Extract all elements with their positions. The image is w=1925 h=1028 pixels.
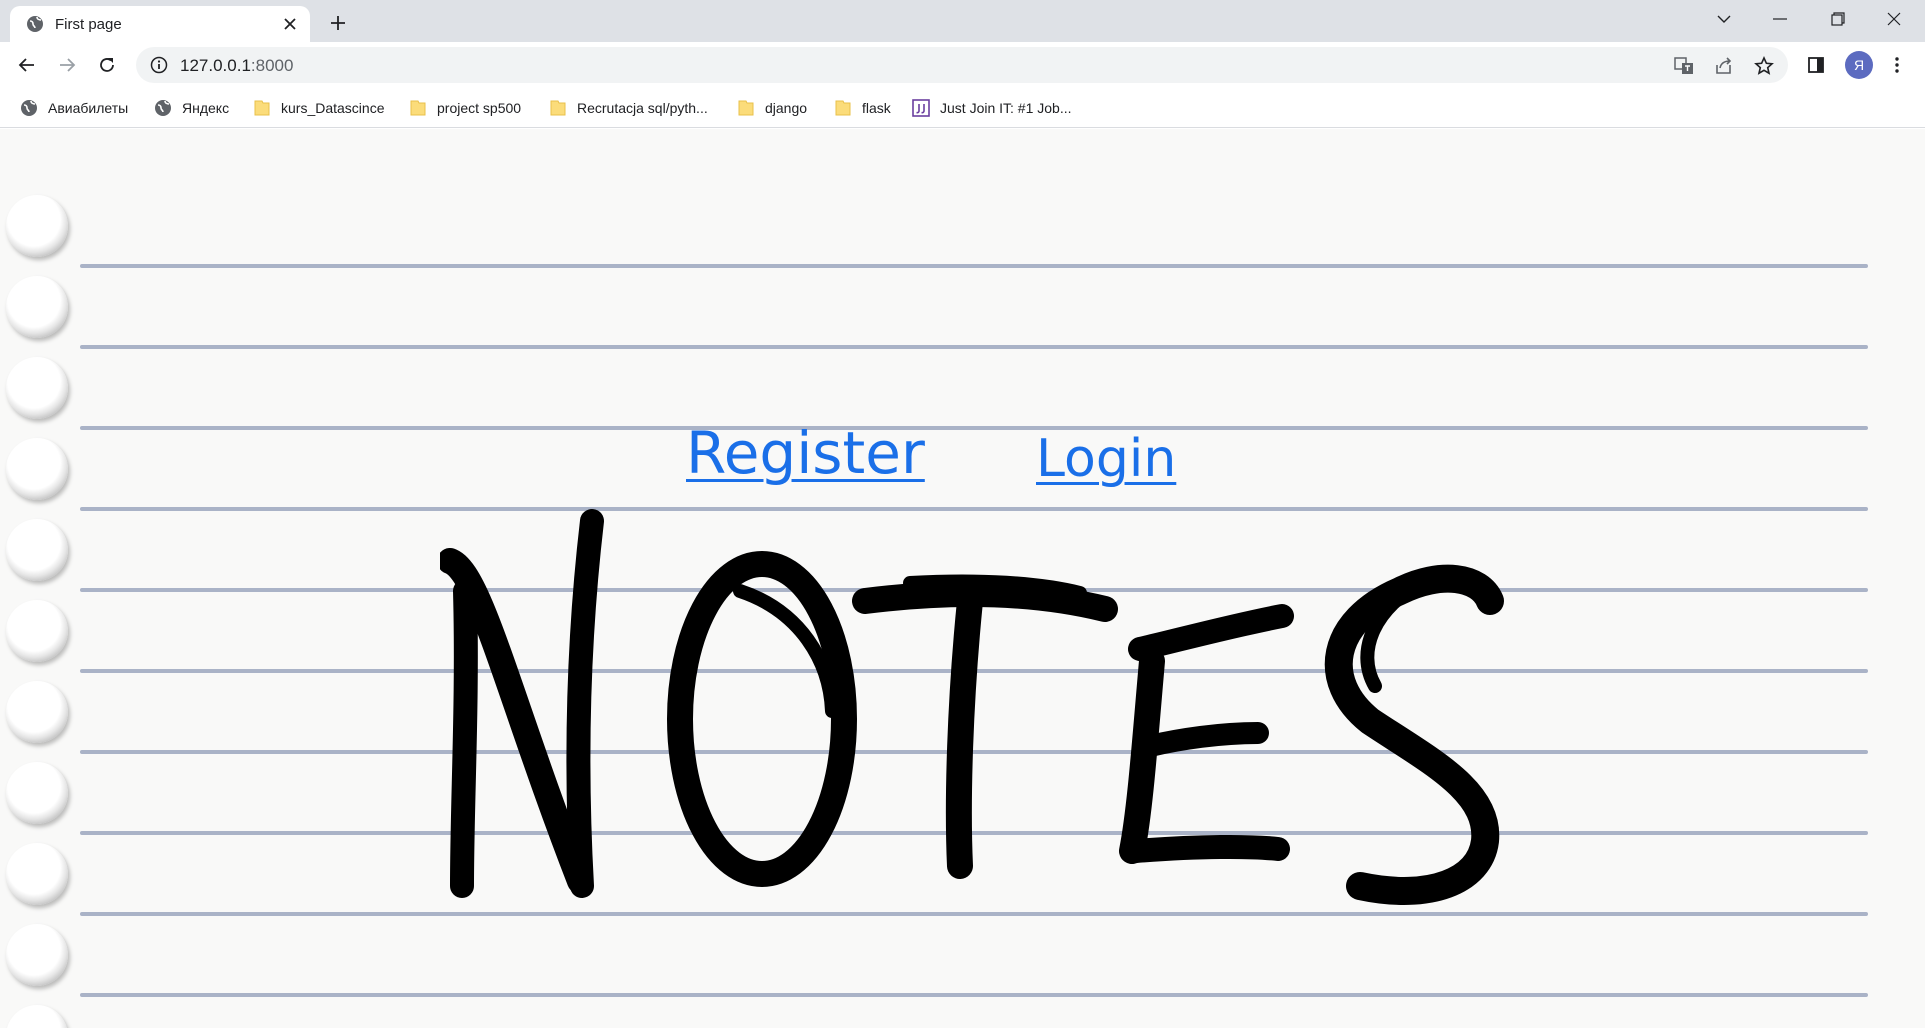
bookmark-label: flask	[862, 100, 891, 116]
notebook-page: Register Login	[0, 129, 1925, 1028]
globe-icon	[26, 15, 44, 33]
bookmark-label: kurs_Datascince	[281, 100, 385, 116]
binder-ring	[6, 438, 68, 500]
close-icon[interactable]	[280, 14, 300, 34]
url-host: 127.0.0.1	[180, 56, 251, 75]
window-close-icon[interactable]	[1866, 0, 1922, 38]
binder-ring	[6, 681, 68, 743]
url-text: 127.0.0.1:8000	[180, 56, 293, 76]
folder-icon	[549, 99, 567, 117]
bookmark-flask[interactable]: flask	[834, 96, 891, 120]
binder-ring	[6, 276, 68, 338]
translate-icon[interactable]	[1672, 54, 1696, 78]
binder-ring	[6, 519, 68, 581]
folder-icon	[409, 99, 427, 117]
binder-ring	[6, 843, 68, 905]
binder-ring	[6, 357, 68, 419]
side-panel-icon[interactable]	[1801, 50, 1831, 80]
binder-ring	[6, 1005, 68, 1028]
bookmark-recrutacja[interactable]: Recrutacja sql/pyth...	[549, 96, 708, 120]
register-link[interactable]: Register	[686, 419, 925, 487]
ruled-line	[80, 993, 1868, 997]
address-bar[interactable]: 127.0.0.1:8000	[136, 47, 1788, 83]
browser-toolbar: 127.0.0.1:8000 Я	[0, 42, 1925, 88]
jj-icon	[912, 99, 930, 117]
bookmark-label: Яндекс	[182, 100, 230, 116]
avatar[interactable]: Я	[1845, 51, 1873, 79]
folder-icon	[834, 99, 852, 117]
menu-icon[interactable]	[1882, 50, 1912, 80]
folder-icon	[737, 99, 755, 117]
bookmark-yandex[interactable]: Яндекс	[154, 96, 229, 120]
login-link[interactable]: Login	[1036, 429, 1176, 489]
notes-logo	[440, 509, 1504, 905]
chevron-down-icon[interactable]	[1696, 0, 1752, 38]
ruled-line	[80, 426, 1868, 430]
binder-ring	[6, 924, 68, 986]
minimize-icon[interactable]	[1752, 0, 1808, 38]
title-bar: First page	[0, 0, 1925, 42]
bookmark-just-join-it[interactable]: Just Join IT: #1 Job...	[912, 96, 1072, 120]
binder-ring	[6, 762, 68, 824]
bookmarks-bar: Авиабилеты Яндекс kurs_Datascince projec…	[0, 88, 1925, 128]
tab-title: First page	[55, 16, 122, 33]
binder-ring	[6, 195, 68, 257]
ruled-line	[80, 345, 1868, 349]
bookmark-kurs-datascince[interactable]: kurs_Datascince	[253, 96, 385, 120]
share-icon[interactable]	[1712, 54, 1736, 78]
bookmark-project-sp500[interactable]: project sp500	[409, 96, 521, 120]
bookmark-aviabilety[interactable]: Авиабилеты	[20, 96, 128, 120]
url-port: :8000	[250, 56, 294, 75]
binder-ring	[6, 600, 68, 662]
bookmark-label: Just Join IT: #1 Job...	[940, 100, 1072, 116]
back-icon[interactable]	[12, 50, 42, 80]
folder-icon	[253, 99, 271, 117]
star-icon[interactable]	[1752, 54, 1776, 78]
globe-icon	[20, 99, 38, 117]
bookmark-django[interactable]: django	[737, 96, 807, 120]
plus-icon[interactable]	[325, 10, 351, 36]
forward-icon[interactable]	[52, 50, 82, 80]
reload-icon[interactable]	[92, 50, 122, 80]
bookmark-label: Авиабилеты	[48, 100, 129, 116]
bookmark-label: django	[765, 100, 808, 116]
browser-tab[interactable]: First page	[10, 6, 310, 42]
ruled-line	[80, 264, 1868, 268]
restore-icon[interactable]	[1810, 0, 1866, 38]
bookmark-label: project sp500	[437, 100, 522, 116]
bookmark-label: Recrutacja sql/pyth...	[577, 100, 708, 116]
info-icon[interactable]	[150, 56, 168, 74]
globe-icon	[154, 99, 172, 117]
